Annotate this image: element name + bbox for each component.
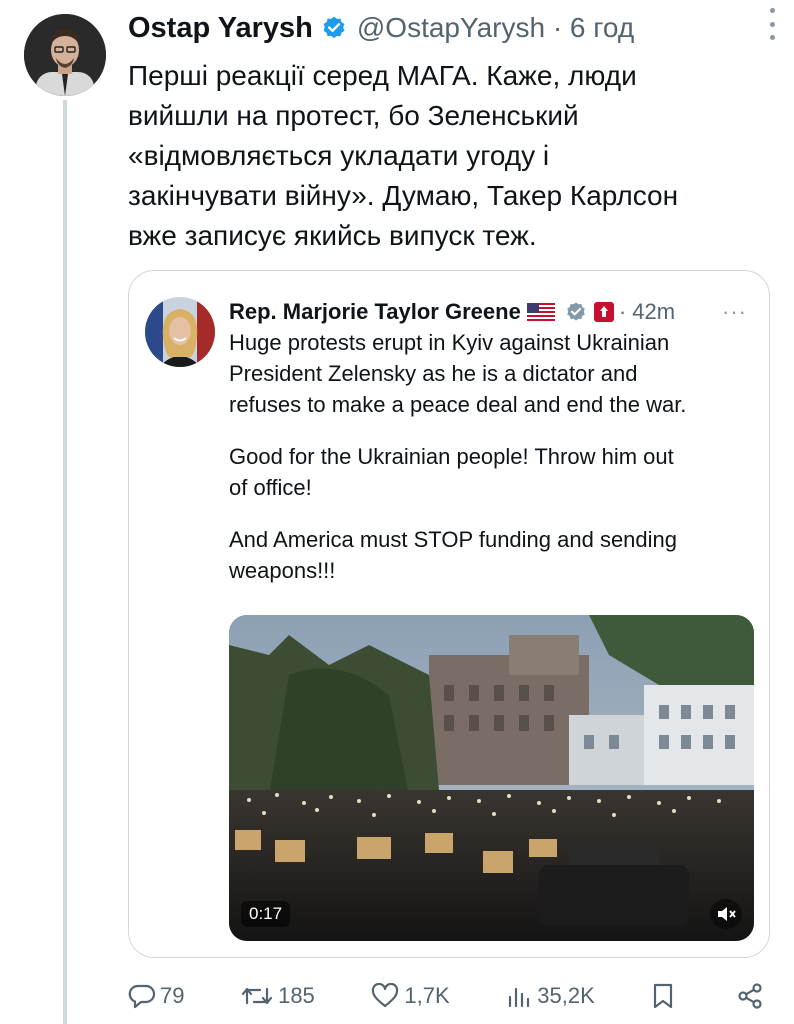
quoted-text-line: President Zelensky as he is a dictator a… (229, 361, 638, 386)
bookmark-icon (654, 983, 673, 1009)
tweet-text-line: Перші реакції серед МАГА. Каже, люди (128, 60, 637, 91)
video-player[interactable]: 0:17 (229, 615, 754, 941)
video-thumbnail (229, 615, 754, 941)
thread-line (63, 100, 67, 1024)
reply-count: 79 (160, 983, 185, 1008)
quoted-tweet-text: Huge protests erupt in Kyiv against Ukra… (229, 327, 759, 586)
share-icon (738, 983, 762, 1009)
view-count: 35,2K (537, 983, 595, 1008)
views-button[interactable]: 35,2K (505, 983, 595, 1009)
like-button[interactable]: 1,7K (370, 983, 450, 1009)
like-count: 1,7K (404, 983, 450, 1008)
heart-icon (372, 983, 399, 1008)
quoted-text-line: refuses to make a peace deal and end the… (229, 392, 687, 417)
author-avatar[interactable] (24, 14, 106, 96)
tweet-text-line: «відмовляється укладати угоду і (128, 140, 550, 171)
quoted-tweet-card[interactable]: Rep. Marjorie Taylor Greene · 42m ··· Hu… (128, 270, 770, 958)
more-options-icon[interactable] (766, 8, 778, 40)
quoted-more-options-icon[interactable]: ··· (722, 299, 747, 325)
quoted-text-line: And America must STOP funding and sendin… (229, 527, 678, 552)
repost-count: 185 (278, 983, 315, 1008)
quoted-text-line: Huge protests erupt in Kyiv against Ukra… (229, 330, 670, 355)
tweet-text-line: вийшли на протест, бо Зеленський (128, 100, 579, 131)
video-duration: 0:17 (241, 901, 291, 927)
author-handle-and-time[interactable]: @OstapYarysh · 6 год (357, 12, 634, 44)
repost-button[interactable]: 185 (240, 983, 315, 1009)
quoted-text-line: Good for the Ukrainian people! Throw him… (229, 444, 674, 469)
quoted-tweet-header: Rep. Marjorie Taylor Greene · 42m ··· (229, 297, 755, 327)
analytics-icon (509, 987, 530, 1008)
quoted-text-line: weapons!!! (229, 558, 336, 583)
quoted-tweet-time[interactable]: · 42m (619, 299, 675, 325)
tweet-actions-bar: 79 185 1,7K 35,2K (128, 978, 768, 1014)
tweet-text-line: вже записує якийсь випуск теж. (128, 220, 537, 251)
bookmark-button[interactable] (650, 982, 680, 1010)
government-verified-badge-icon (565, 301, 587, 323)
mute-icon[interactable] (710, 899, 742, 929)
tweet-text-line: закінчувати війну». Думаю, Такер Карлсон (128, 180, 679, 211)
reply-button[interactable]: 79 (128, 983, 184, 1009)
quoted-author-avatar[interactable] (145, 297, 215, 367)
affiliation-badge-icon (593, 301, 615, 323)
us-flag-icon (526, 303, 555, 321)
tweet-text: Перші реакції серед МАГА. Каже, люди вий… (128, 56, 768, 256)
verified-badge-icon (321, 15, 347, 41)
tweet-header: Ostap Yarysh @OstapYarysh · 6 год (128, 8, 774, 48)
repost-icon (241, 987, 273, 1005)
reply-icon (128, 984, 156, 1009)
quoted-text-line: of office! (229, 475, 312, 500)
author-name[interactable]: Ostap Yarysh (128, 12, 313, 45)
quoted-author-name[interactable]: Rep. Marjorie Taylor Greene (229, 299, 521, 325)
share-button[interactable] (736, 982, 768, 1010)
